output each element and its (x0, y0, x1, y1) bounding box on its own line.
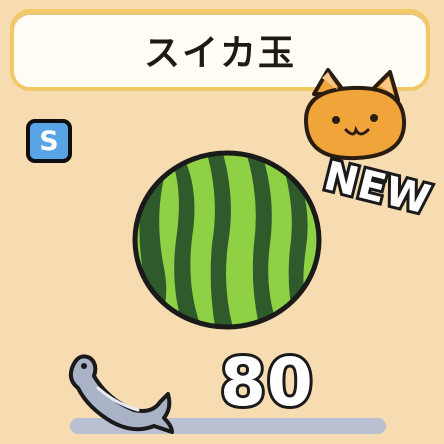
new-label: NEW (320, 153, 436, 224)
rank-letter: S (39, 125, 59, 157)
price-value: 80 (217, 344, 316, 421)
silver-fish-icon (68, 354, 174, 434)
watermelon-ball-icon (132, 150, 322, 330)
item-name: スイカ玉 (143, 33, 296, 74)
rank-badge: S (26, 119, 72, 163)
price-area: 80 (0, 340, 444, 444)
item-detail-card: スイカ玉 S NEW 80 (0, 0, 444, 444)
